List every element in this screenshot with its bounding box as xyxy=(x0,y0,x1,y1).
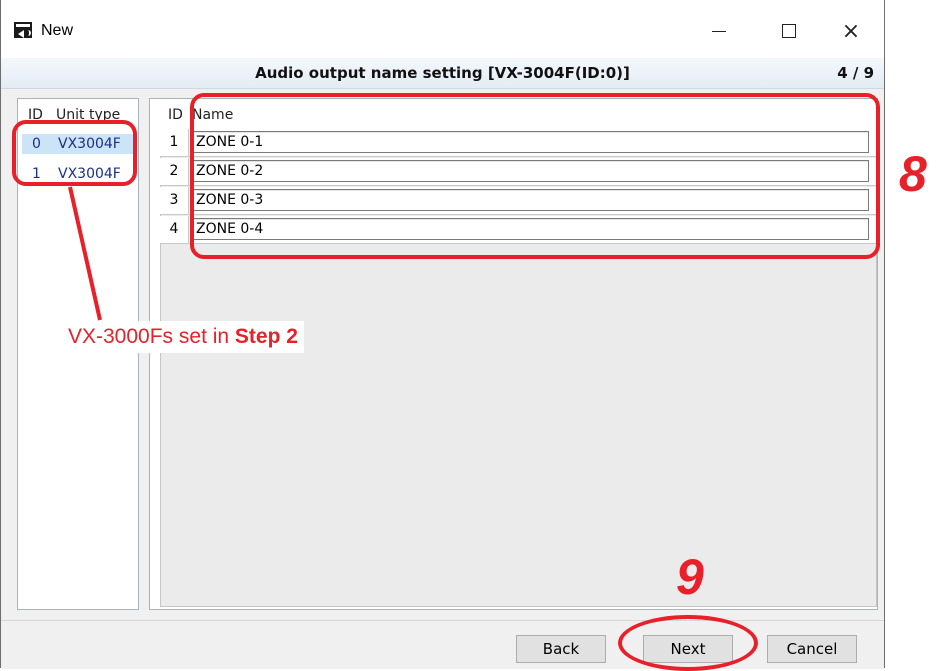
callout-text: VX-3000Fs set in xyxy=(68,325,235,348)
table-row: 4 ZONE 0-4 xyxy=(160,216,877,244)
unit-list-header: ID Unit type xyxy=(18,107,138,127)
unit-id: 0 xyxy=(32,136,41,152)
output-name-header: ID Name xyxy=(160,107,877,127)
window-title: New xyxy=(41,22,74,39)
zone-name-input[interactable]: ZONE 0-3 xyxy=(191,189,869,211)
app-speaker-icon xyxy=(14,22,32,38)
step-number-8: 8 xyxy=(899,146,927,202)
step-number-9: 9 xyxy=(676,549,704,605)
table-row: 2 ZONE 0-2 xyxy=(160,158,877,186)
table-row: 3 ZONE 0-3 xyxy=(160,187,877,215)
maximize-button[interactable] xyxy=(766,16,812,46)
close-button[interactable]: × xyxy=(828,16,874,46)
column-header-unit-type: Unit type xyxy=(56,107,121,123)
minimize-icon xyxy=(712,30,726,32)
zone-name-input[interactable]: ZONE 0-2 xyxy=(191,160,869,182)
row-id: 3 xyxy=(160,187,189,214)
row-id: 1 xyxy=(160,129,189,156)
cancel-button[interactable]: Cancel xyxy=(767,635,857,663)
wizard-footer: Back Next Cancel xyxy=(1,620,884,669)
maximize-icon xyxy=(782,24,796,38)
unit-type: VX3004F xyxy=(58,136,121,152)
unit-list: ID Unit type 0 VX3004F 1 VX3004F xyxy=(17,98,139,610)
callout-label: VX-3000Fs set in Step 2 xyxy=(62,321,304,353)
column-header-id: ID xyxy=(28,107,43,123)
close-icon: × xyxy=(841,18,861,44)
zone-name-input[interactable]: ZONE 0-1 xyxy=(191,131,869,153)
unit-id: 1 xyxy=(32,166,41,182)
next-button[interactable]: Next xyxy=(643,635,733,663)
step-header: Audio output name setting [VX-3004F(ID:0… xyxy=(1,58,884,89)
title-bar: New × xyxy=(1,0,884,58)
page-title: Audio output name setting [VX-3004F(ID:0… xyxy=(255,64,630,82)
table-row: 1 ZONE 0-1 xyxy=(160,129,877,157)
zone-name-input[interactable]: ZONE 0-4 xyxy=(191,218,869,240)
row-id: 2 xyxy=(160,158,189,185)
output-name-panel: ID Name 1 ZONE 0-1 2 ZONE 0-2 3 ZONE 0-3… xyxy=(149,98,878,610)
row-id: 4 xyxy=(160,216,189,243)
unit-row[interactable]: 1 VX3004F xyxy=(22,164,134,184)
callout-step-ref: Step 2 xyxy=(234,325,298,348)
step-counter: 4 / 9 xyxy=(837,64,874,82)
minimize-button[interactable] xyxy=(696,16,742,46)
column-header-id: ID xyxy=(168,107,183,123)
unit-row[interactable]: 0 VX3004F xyxy=(22,134,134,154)
unit-type: VX3004F xyxy=(58,166,121,182)
column-header-name: Name xyxy=(192,107,234,123)
back-button[interactable]: Back xyxy=(516,635,606,663)
